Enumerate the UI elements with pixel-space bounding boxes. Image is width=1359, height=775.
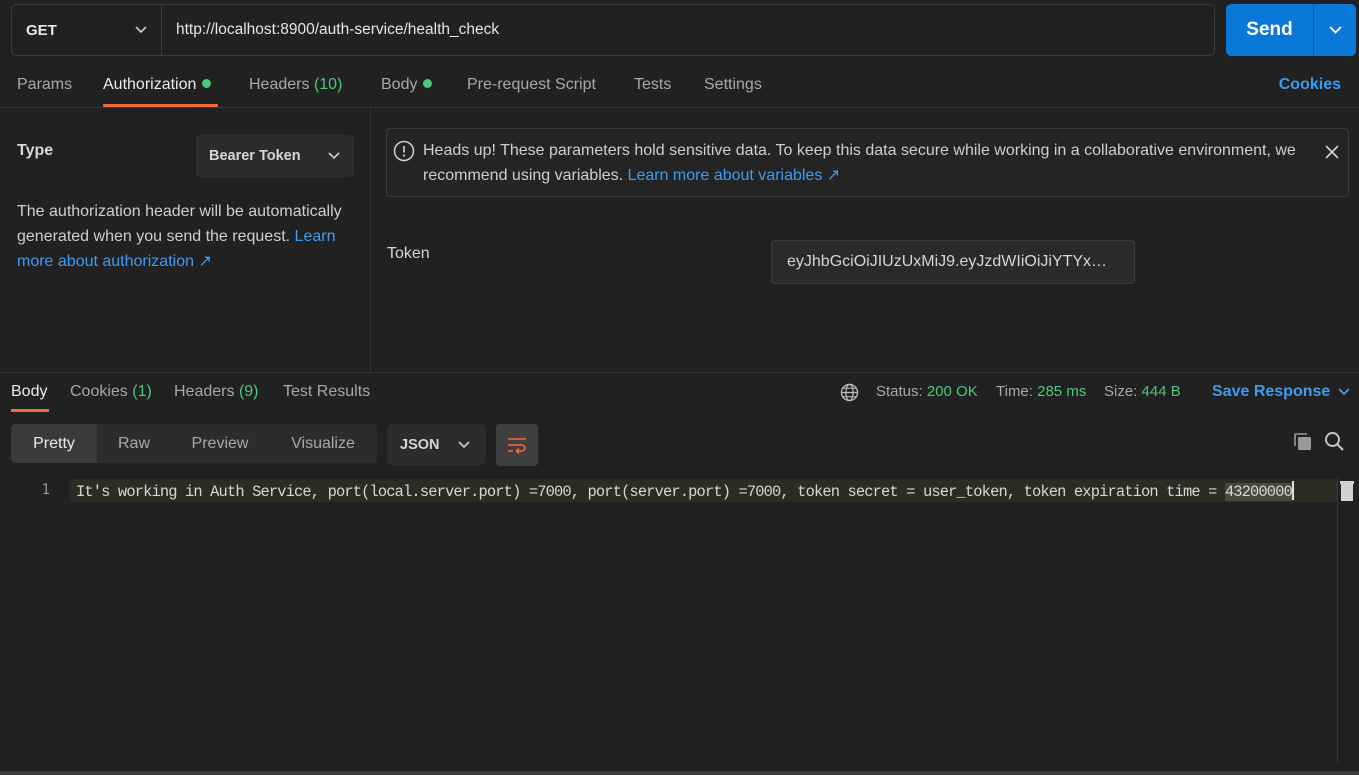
tab-body[interactable]: Body bbox=[381, 76, 433, 94]
status-dot bbox=[202, 79, 212, 88]
format-value: JSON bbox=[400, 436, 440, 453]
tab-params[interactable]: Params bbox=[17, 76, 72, 94]
response-body-line[interactable]: It's working in Auth Service, port(local… bbox=[70, 479, 1337, 502]
size-indicator[interactable]: Size: 444 B bbox=[1104, 383, 1181, 400]
response-headers-count: (9) bbox=[238, 383, 259, 400]
search-icon[interactable] bbox=[1324, 431, 1345, 452]
save-response-label: Save Response bbox=[1212, 383, 1331, 400]
time-value: 285 ms bbox=[1037, 383, 1087, 400]
tab-tests[interactable]: Tests bbox=[634, 76, 671, 94]
bottom-border bbox=[0, 771, 1359, 775]
response-tab-test-results[interactable]: Test Results bbox=[283, 383, 370, 401]
response-body-text: It's working in Auth Service, port(local… bbox=[76, 481, 1294, 501]
status-value: 200 OK bbox=[926, 383, 978, 400]
send-button[interactable]: Send bbox=[1226, 4, 1314, 56]
token-value: eyJhbGciOiJIUzUxMiJ9.eyJzdWIiOiJiYTYxMzU… bbox=[787, 253, 1120, 270]
request-url-bar: GET bbox=[11, 4, 1215, 56]
scrollbar-track bbox=[1337, 478, 1338, 763]
sensitive-data-notice: Heads up! These parameters hold sensitiv… bbox=[386, 128, 1349, 197]
token-label: Token bbox=[387, 245, 430, 262]
tab-body-label: Body bbox=[381, 76, 418, 93]
tab-authorization[interactable]: Authorization bbox=[103, 76, 212, 94]
chevron-down-icon bbox=[1338, 388, 1350, 396]
format-select[interactable]: JSON bbox=[387, 424, 486, 465]
copy-icon[interactable] bbox=[1292, 431, 1314, 453]
notice-message: Heads up! These parameters hold sensitiv… bbox=[423, 142, 1296, 184]
status-indicator[interactable]: Status: 200 OK bbox=[876, 383, 978, 400]
scrollbar-thumb[interactable] bbox=[1340, 481, 1354, 501]
send-button-group: Send bbox=[1226, 4, 1356, 56]
view-mode-group: Pretty Raw Preview Visualize bbox=[11, 424, 377, 463]
close-icon[interactable] bbox=[1324, 144, 1340, 160]
tab-headers-label: Headers bbox=[249, 76, 310, 93]
tab-authorization-label: Authorization bbox=[103, 76, 197, 93]
response-tab-headers[interactable]: Headers (9) bbox=[174, 383, 259, 401]
response-cookies-label: Cookies bbox=[70, 383, 128, 400]
selected-text: 43200000 bbox=[1224, 483, 1293, 501]
type-label: Type bbox=[17, 142, 54, 159]
auth-description-text: The authorization header will be automat… bbox=[17, 203, 342, 245]
line-number: 1 bbox=[41, 482, 50, 498]
size-value: 444 B bbox=[1141, 383, 1181, 400]
active-tab-indicator bbox=[11, 409, 49, 412]
response-headers-label: Headers bbox=[174, 383, 235, 400]
chevron-down-icon bbox=[458, 440, 470, 448]
method-select[interactable]: GET bbox=[12, 5, 162, 55]
time-label: Time: bbox=[996, 383, 1033, 400]
info-icon bbox=[393, 140, 415, 162]
request-tabs: Params Authorization Headers (10) Body P… bbox=[0, 66, 1359, 108]
response-text: It's working in Auth Service, port(local… bbox=[76, 483, 1225, 501]
response-tab-cookies[interactable]: Cookies (1) bbox=[70, 383, 152, 401]
token-input[interactable]: eyJhbGciOiJIUzUxMiJ9.eyJzdWIiOiJiYTYxMzU… bbox=[771, 240, 1135, 284]
chevron-down-icon bbox=[1328, 26, 1342, 34]
wrap-lines-button[interactable] bbox=[496, 424, 538, 466]
learn-more-variables-link[interactable]: Learn more about variables ↗ bbox=[628, 167, 841, 184]
auth-type-value: Bearer Token bbox=[209, 148, 301, 164]
active-tab-indicator bbox=[103, 104, 218, 107]
view-preview-button[interactable]: Preview bbox=[171, 424, 269, 463]
chevron-down-icon bbox=[328, 152, 340, 160]
cookies-count: (1) bbox=[132, 383, 152, 400]
panel-divider bbox=[0, 372, 1359, 373]
headers-count: (10) bbox=[313, 76, 343, 93]
size-label: Size: bbox=[1104, 383, 1138, 400]
globe-icon[interactable] bbox=[840, 383, 859, 402]
notice-text: Heads up! These parameters hold sensitiv… bbox=[423, 138, 1323, 188]
view-visualize-button[interactable]: Visualize bbox=[269, 424, 377, 463]
status-dot bbox=[423, 79, 433, 88]
time-indicator[interactable]: Time: 285 ms bbox=[996, 383, 1086, 400]
save-response-button[interactable]: Save Response bbox=[1212, 383, 1350, 401]
text-cursor bbox=[1291, 481, 1294, 500]
auth-type-panel: Type Bearer Token The authorization head… bbox=[0, 109, 371, 372]
tab-settings[interactable]: Settings bbox=[704, 76, 762, 94]
view-raw-button[interactable]: Raw bbox=[97, 424, 171, 463]
wrap-lines-icon bbox=[508, 438, 526, 454]
method-label: GET bbox=[26, 21, 57, 39]
view-pretty-button[interactable]: Pretty bbox=[11, 424, 97, 463]
tab-prerequest-script[interactable]: Pre-request Script bbox=[467, 76, 596, 94]
tab-headers[interactable]: Headers (10) bbox=[249, 76, 342, 94]
chevron-down-icon bbox=[135, 26, 147, 34]
cookies-link[interactable]: Cookies bbox=[1279, 76, 1341, 94]
url-input[interactable] bbox=[162, 5, 1214, 55]
status-label: Status: bbox=[876, 383, 923, 400]
auth-type-select[interactable]: Bearer Token bbox=[196, 135, 354, 177]
send-options-button[interactable] bbox=[1314, 4, 1356, 56]
response-tab-body[interactable]: Body bbox=[11, 383, 47, 401]
auth-description: The authorization header will be automat… bbox=[17, 199, 362, 274]
